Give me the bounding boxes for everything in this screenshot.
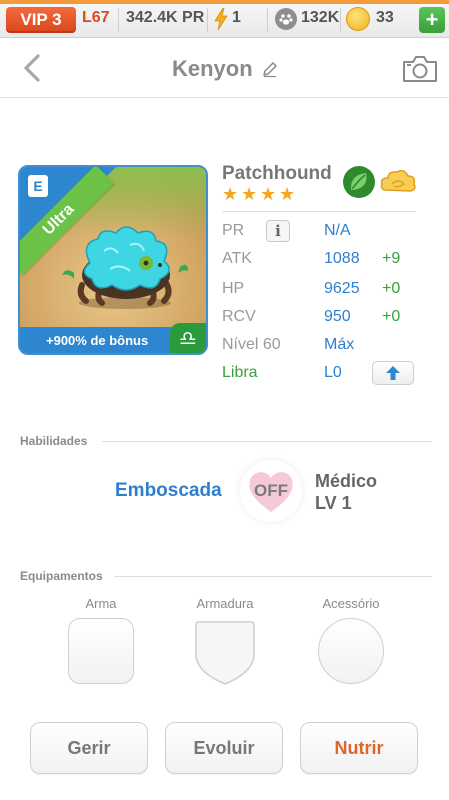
- ability-toggle[interactable]: OFF: [240, 460, 302, 522]
- armor-slot[interactable]: [192, 618, 258, 686]
- pet-food-count: 132K: [301, 9, 340, 26]
- libra-upgrade-button[interactable]: [372, 361, 414, 385]
- equipment-badge-icon: E: [28, 175, 48, 197]
- stat-row-pr: PR i N/A: [222, 220, 422, 248]
- stat-label: Libra: [222, 364, 258, 381]
- equip-slot-label-accessory: Acessório: [322, 596, 380, 611]
- page-title: Kenyon: [172, 56, 253, 81]
- status-divider: [340, 8, 341, 32]
- star-icon: ★: [241, 184, 258, 204]
- stat-row-atk: ATK 1088 +9: [222, 250, 422, 276]
- leaf-element-icon: [343, 166, 375, 198]
- paw-icon: [275, 8, 297, 30]
- feed-button[interactable]: Nutrir: [300, 722, 418, 774]
- stat-row-hp: HP 9625 +0: [222, 280, 422, 306]
- star-icon: ★: [279, 184, 296, 204]
- vip-badge[interactable]: VIP 3: [6, 7, 76, 33]
- stat-bonus: +9: [382, 250, 401, 267]
- weapon-slot[interactable]: [68, 618, 134, 684]
- stat-label: ATK: [222, 250, 252, 267]
- accessory-slot[interactable]: [318, 618, 384, 684]
- status-divider: [118, 8, 119, 32]
- stat-label: Nível 60: [222, 336, 281, 353]
- stat-value: L0: [324, 364, 342, 381]
- evolve-button[interactable]: Evoluir: [165, 722, 283, 774]
- star-icon: ★: [260, 184, 277, 204]
- status-divider: [207, 8, 208, 32]
- stat-value: 1088: [324, 250, 360, 267]
- ability-toggle-state: OFF: [254, 481, 288, 500]
- stat-row-libra: Libra L0: [222, 361, 422, 390]
- manage-button[interactable]: Gerir: [30, 722, 148, 774]
- chevron-left-icon[interactable]: [18, 52, 48, 84]
- abilities-section-title: Habilidades: [20, 434, 88, 448]
- stat-row-level: Nível 60 Máx: [222, 336, 422, 362]
- cloud-element-icon: [380, 169, 416, 192]
- power-rating: 342.4K PR: [126, 9, 205, 26]
- energy-bolt-icon: [214, 8, 228, 30]
- equipment-section-title: Equipamentos: [20, 569, 103, 583]
- stat-label: RCV: [222, 308, 256, 325]
- stat-value: 950: [324, 308, 351, 325]
- pet-portrait-card[interactable]: E Ultra +900% de bônus ♎: [18, 165, 208, 355]
- equipment-divider: [114, 576, 432, 577]
- abilities-divider: [102, 441, 432, 442]
- gold-count: 33: [376, 9, 394, 26]
- stat-value: 9625: [324, 280, 360, 297]
- status-bar: VIP 3 L67 342.4K PR 1 132K 33 +: [0, 0, 449, 38]
- stat-value: Máx: [324, 336, 355, 353]
- stat-row-rcv: RCV 950 +0: [222, 308, 422, 334]
- equip-slot-label-weapon: Arma: [85, 596, 117, 611]
- stat-bonus: +0: [382, 308, 401, 325]
- ability-name[interactable]: Emboscada: [115, 480, 222, 502]
- camera-icon[interactable]: [401, 54, 439, 84]
- star-rating: ★ ★ ★ ★: [222, 184, 296, 204]
- status-divider: [267, 8, 268, 32]
- stat-label: PR: [222, 222, 245, 239]
- energy-count: 1: [232, 9, 241, 26]
- star-icon: ★: [222, 184, 239, 204]
- player-level: L67: [82, 9, 110, 26]
- title-group[interactable]: Kenyon: [172, 56, 279, 82]
- status-accent-line: [0, 0, 449, 4]
- libra-zodiac-icon: ♎: [170, 323, 206, 353]
- stats-divider: [222, 211, 416, 212]
- ability-tier: Médico: [315, 471, 378, 491]
- ability-level: LV 1: [315, 493, 352, 513]
- page-header: Kenyon: [0, 38, 449, 98]
- info-icon[interactable]: i: [266, 220, 290, 242]
- stat-bonus: +0: [382, 280, 401, 297]
- arrow-up-icon: [386, 366, 400, 380]
- ability-meta: Médico LV 1: [315, 470, 377, 514]
- equip-slot-label-armor: Armadura: [196, 596, 254, 611]
- stat-value: N/A: [324, 222, 351, 239]
- add-gold-button[interactable]: +: [419, 7, 445, 33]
- pet-name: Patchhound: [222, 163, 332, 184]
- stat-label: HP: [222, 280, 245, 297]
- pencil-icon[interactable]: [261, 60, 279, 78]
- gold-coin-icon: [346, 7, 370, 31]
